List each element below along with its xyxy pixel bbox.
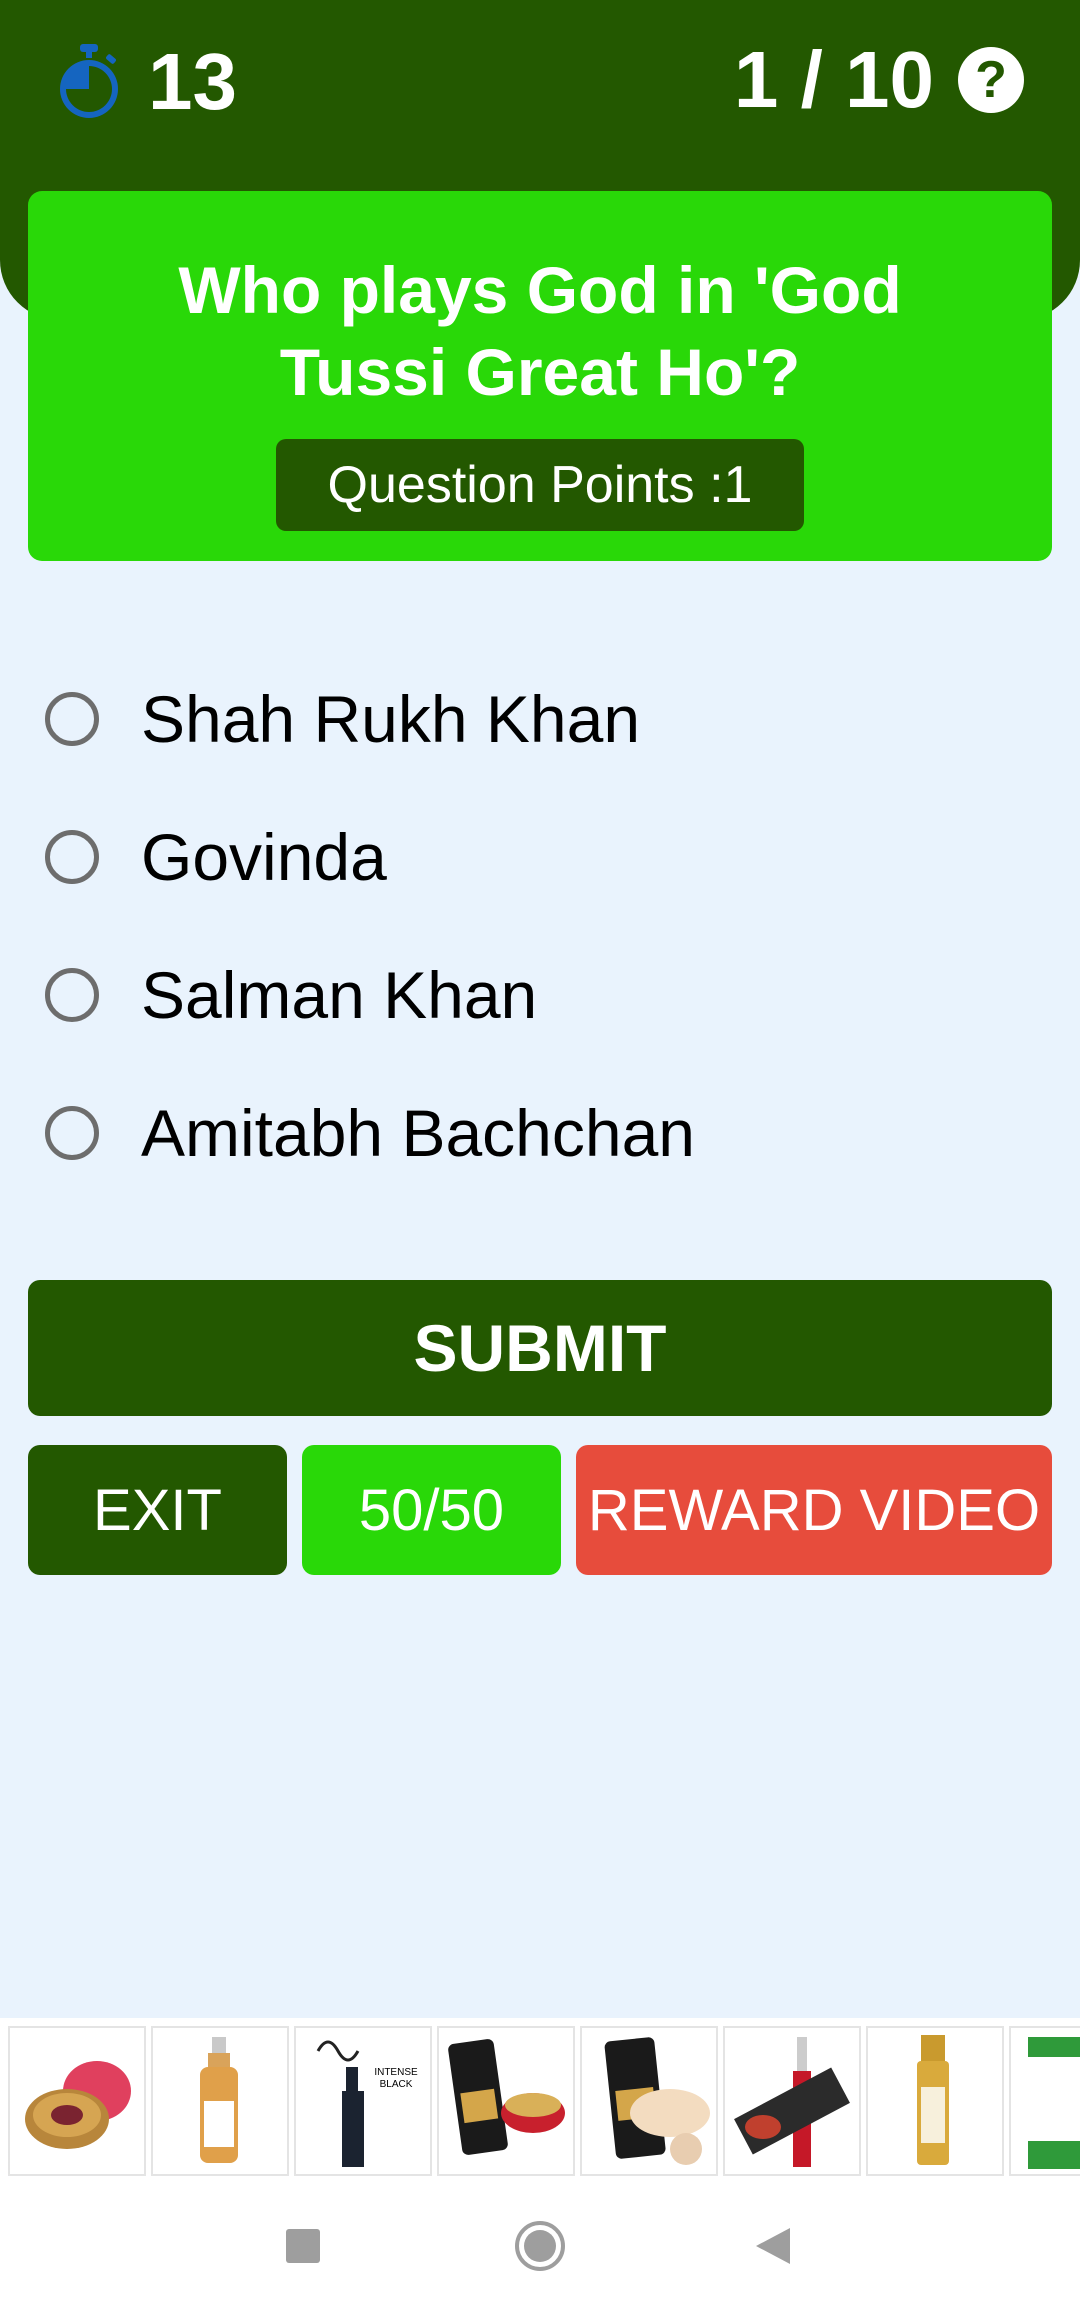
ad-banner[interactable]: INTENSE BLACK [0,2018,1080,2182]
system-navigation-bar [0,2182,1080,2310]
svg-text:BLACK: BLACK [380,2079,413,2090]
svg-text:INTENSE: INTENSE [374,2067,418,2078]
answer-option[interactable]: Amitabh Bachchan [0,1064,1080,1202]
option-label: Salman Khan [141,958,538,1032]
answer-option[interactable]: Salman Khan [0,926,1080,1064]
face-serum-bottle[interactable] [151,2026,289,2176]
radio-button[interactable] [45,968,99,1022]
brightening-gel-product[interactable] [1009,2026,1080,2176]
fifty-fifty-button[interactable]: 50/50 [302,1445,561,1575]
lip-balm-product[interactable] [8,2026,146,2176]
option-label: Govinda [141,820,387,894]
serum-pump-bottle[interactable] [866,2026,1004,2176]
bb-cream-tube[interactable] [580,2026,718,2176]
action-buttons: EXIT 50/50 REWARD VIDEO [0,1445,1080,1575]
question-points-badge: Question Points :1 [276,439,804,531]
radio-button[interactable] [45,692,99,746]
question-progress: 1 / 10 ? [734,40,1024,120]
option-label: Amitabh Bachchan [141,1096,696,1170]
question-card: Who plays God in 'God Tussi Great Ho'? Q… [28,191,1052,561]
answer-option[interactable]: Govinda [0,788,1080,926]
eyeliner-product[interactable]: INTENSE BLACK [294,2026,432,2176]
question-circle-icon[interactable]: ? [958,47,1024,113]
answer-option[interactable]: Shah Rukh Khan [0,650,1080,788]
radio-button[interactable] [45,1106,99,1160]
stopwatch-icon [60,44,118,118]
question-text: Who plays God in 'God Tussi Great Ho'? [178,253,902,409]
timer: 13 [56,42,237,122]
bb-cream-and-lip-product[interactable] [437,2026,575,2176]
timer-value: 13 [148,37,237,126]
lipstick-product[interactable] [723,2026,861,2176]
back-triangle-icon[interactable] [713,2182,833,2310]
home-circle-icon[interactable] [480,2182,600,2310]
reward-video-button[interactable]: REWARD VIDEO [576,1445,1052,1575]
submit-button[interactable]: SUBMIT [28,1280,1052,1416]
exit-button[interactable]: EXIT [28,1445,287,1575]
radio-button[interactable] [45,830,99,884]
option-label: Shah Rukh Khan [141,682,641,756]
progress-counter: 1 / 10 [733,35,934,124]
answer-options: Shah Rukh Khan Govinda Salman Khan Amita… [0,650,1080,1202]
recents-square-icon[interactable] [243,2182,363,2310]
